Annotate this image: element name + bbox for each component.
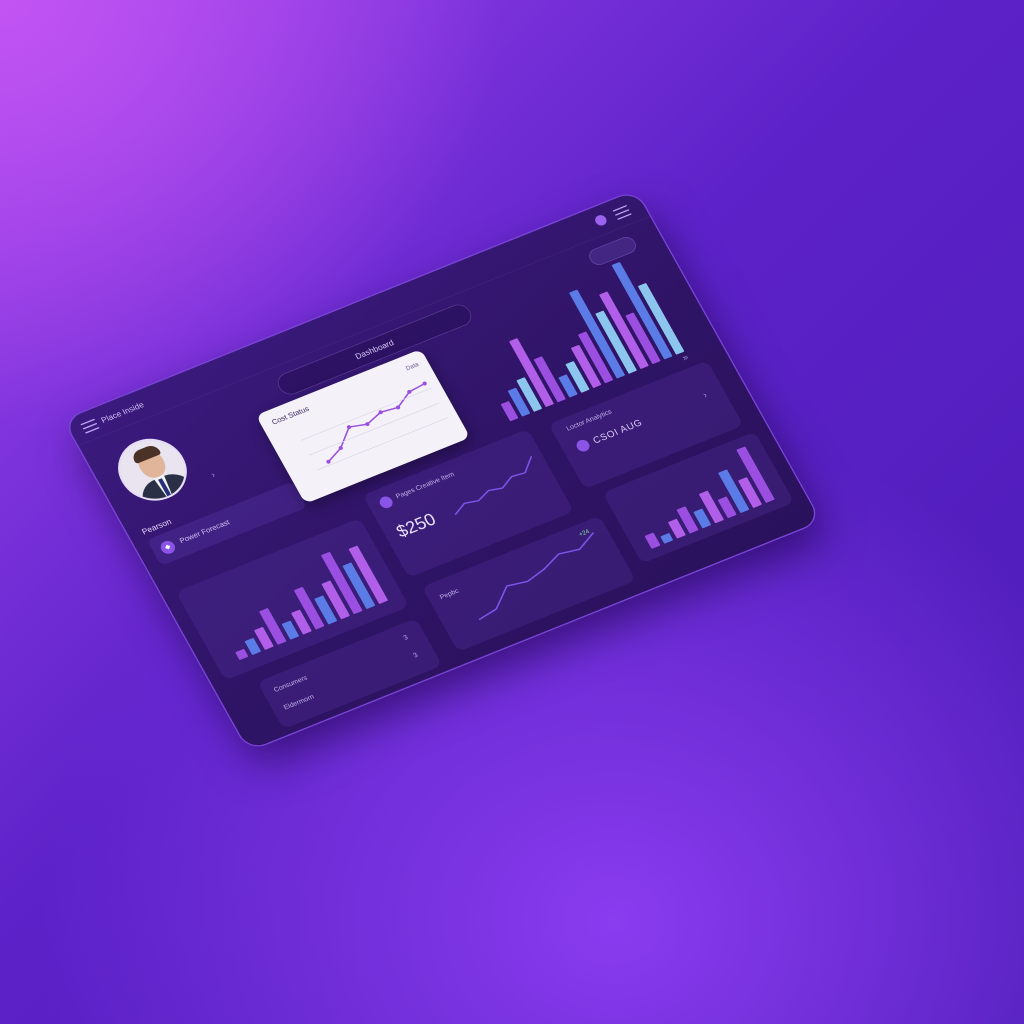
- chevron-right-icon[interactable]: ›: [701, 389, 709, 400]
- forecast-icon: ◆: [158, 538, 178, 556]
- series-line: [327, 382, 426, 463]
- list-row-1: Consumers: [272, 674, 309, 694]
- bar: [281, 620, 299, 640]
- bar: [244, 638, 261, 655]
- series-line: [454, 456, 533, 516]
- bar: [644, 532, 661, 549]
- price-icon: [377, 494, 395, 510]
- list-row-1-value: 3: [402, 633, 410, 642]
- list-row-2-value: 3: [412, 651, 420, 660]
- data-point: [346, 425, 352, 430]
- bar: [235, 649, 249, 660]
- bar: [660, 533, 673, 544]
- menu-icon[interactable]: [80, 418, 100, 434]
- price-value: $250: [392, 508, 440, 542]
- chevron-right-icon[interactable]: ›: [209, 469, 217, 480]
- menu-right-icon[interactable]: [612, 204, 632, 221]
- profile-item-label: Power Forecast: [178, 518, 232, 546]
- profile-photo: [106, 429, 199, 511]
- list-row-2: Eldermorn: [282, 693, 316, 712]
- price-line-chart: [454, 456, 533, 516]
- stat-card-value: CSOI AUG: [590, 416, 645, 446]
- brand-name: Place Inside: [99, 399, 146, 425]
- user-avatar-icon[interactable]: [593, 213, 609, 228]
- stat-icon: [574, 438, 592, 454]
- dashboard-tablet: Place Inside Dashboard › Pearson ◆ Power…: [64, 190, 821, 751]
